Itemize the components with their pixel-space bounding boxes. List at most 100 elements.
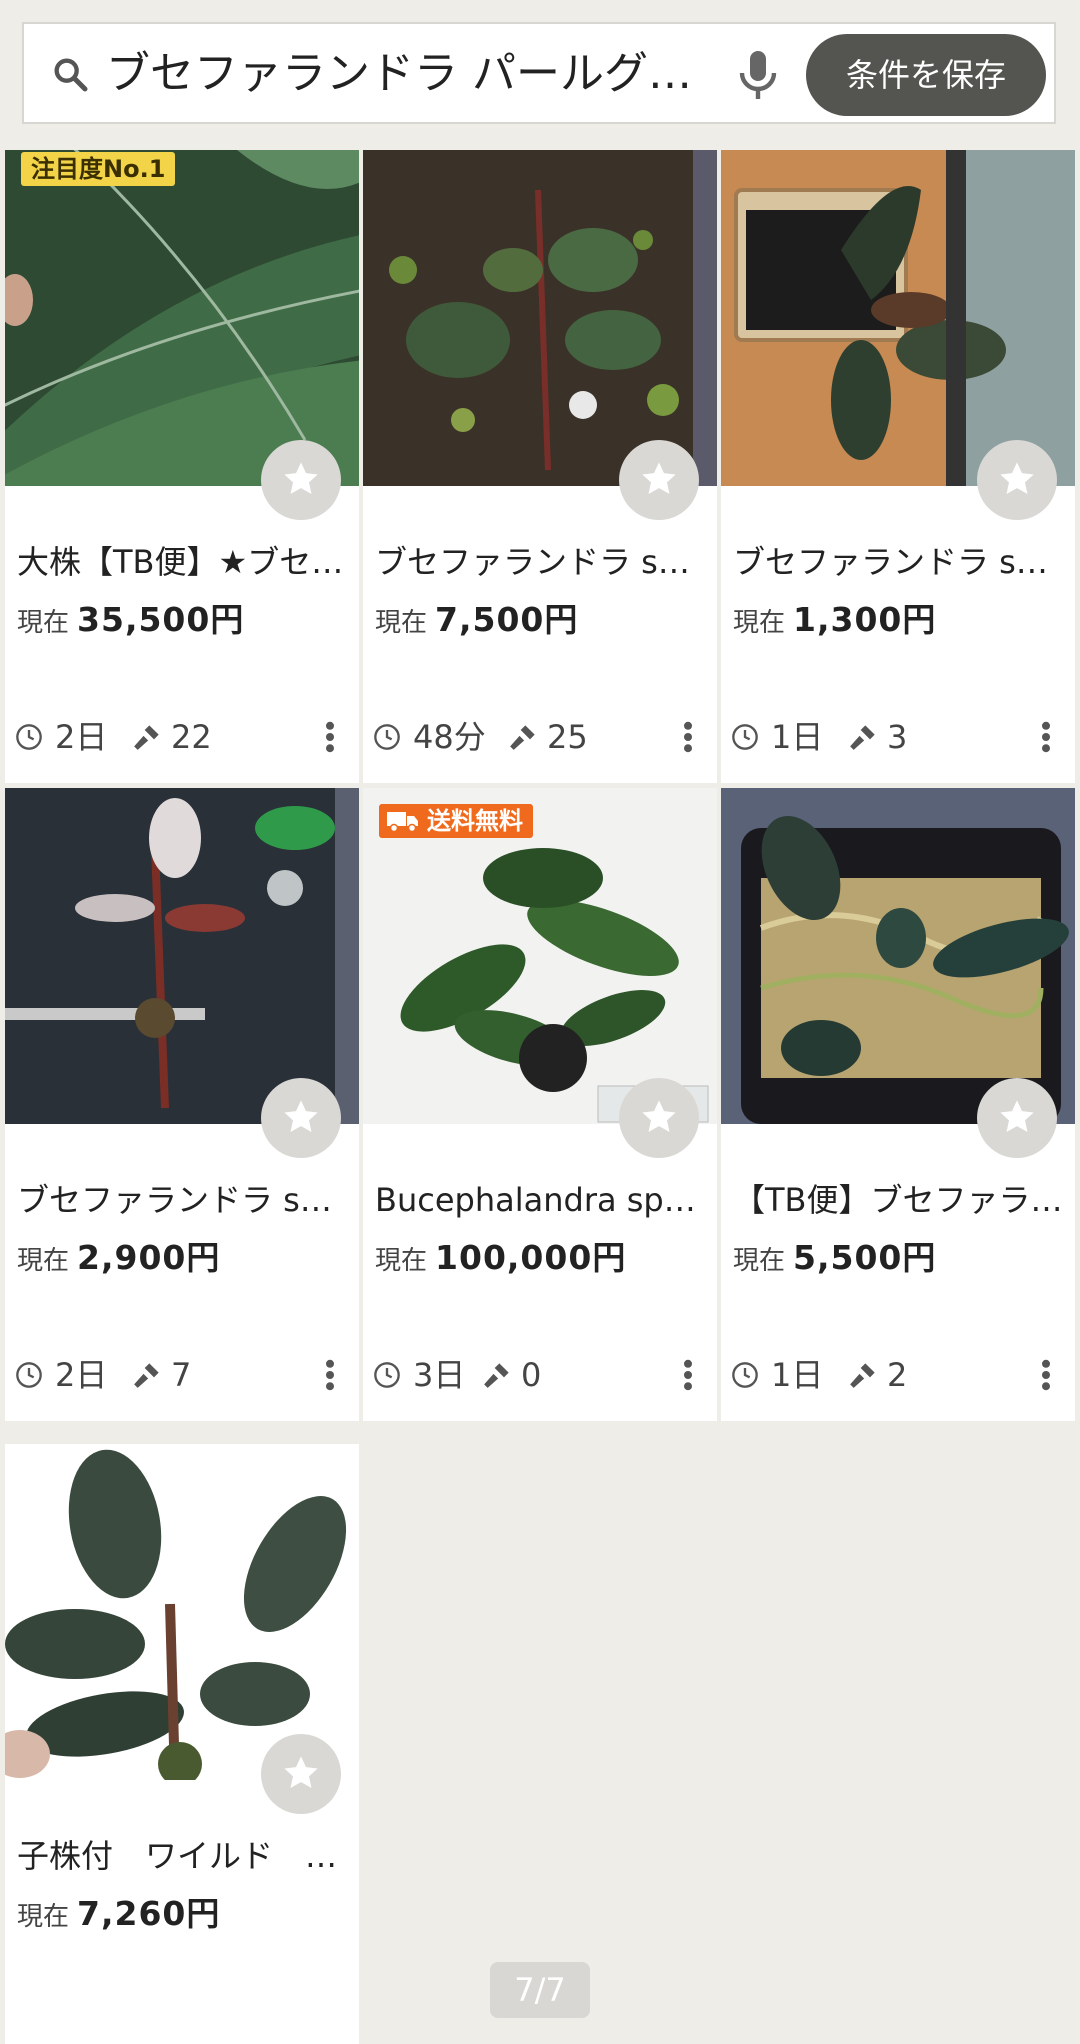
search-icon [54,58,88,92]
price-row: 現在 35,500円 [17,598,244,645]
price-label: 現在 [17,608,70,638]
more-options-icon[interactable] [683,1359,693,1391]
current-price: 2,900円 [77,1238,221,1277]
clock-icon [16,1362,42,1388]
item-title[interactable]: 大株【TB便】★ブセ… [17,540,347,584]
page-indicator: 7/7 [490,1962,590,2018]
current-price: 7,500円 [435,600,579,639]
product-image[interactable]: 送料無料 [363,788,717,1124]
gavel-icon [134,725,159,750]
bid-count: 25 [547,718,588,756]
listing-card[interactable]: 【TB便】ブセファラ… 現在 5,500円 1日 2 [721,788,1075,1421]
attention-badge: 注目度No.1 [21,152,176,186]
listing-card[interactable]: 子株付 ワイルド … 現在 7,260円 [5,1444,359,2044]
product-image[interactable] [721,788,1075,1124]
search-bar[interactable]: ブセファランドラ パールグ… 条件を保存 [22,22,1056,124]
current-price: 1,300円 [793,600,937,639]
price-label: 現在 [733,608,786,638]
free-shipping-label: 送料無料 [427,807,523,835]
price-label: 現在 [733,1246,786,1276]
star-icon [284,1100,318,1132]
time-remaining: 2日 [55,1356,108,1394]
bid-count: 3 [887,718,908,756]
bid-count: 22 [171,718,212,756]
price-label: 現在 [17,1246,70,1276]
price-label: 現在 [17,1902,70,1932]
time-remaining: 3日 [413,1356,466,1394]
price-row: 現在 7,260円 [17,1892,220,1939]
gavel-icon [850,1363,875,1388]
star-icon [1000,1100,1034,1132]
item-meta: 1日 3 [731,715,1071,759]
product-image[interactable] [721,150,1075,486]
free-shipping-badge: 送料無料 [379,804,533,838]
star-icon [642,462,676,494]
item-meta: 48分 25 [373,715,713,759]
gavel-icon [510,725,535,750]
watchlist-star-button[interactable] [977,1078,1057,1158]
bid-count: 2 [887,1356,908,1394]
gavel-icon [484,1363,509,1388]
price-row: 現在 1,300円 [733,598,936,645]
more-options-icon[interactable] [1041,721,1051,753]
item-meta: 3日 0 [373,1353,713,1397]
product-image[interactable] [5,1444,359,1780]
price-label: 現在 [375,1246,428,1276]
product-image[interactable] [363,150,717,486]
item-meta: 2日 7 [15,1353,355,1397]
product-image[interactable] [5,788,359,1124]
more-options-icon[interactable] [1041,1359,1051,1391]
item-meta: 1日 2 [731,1353,1071,1397]
bid-count: 0 [521,1356,542,1394]
item-title[interactable]: ブセファランドラ s… [375,540,705,584]
listing-card[interactable]: ブセファランドラ s… 現在 7,500円 48分 25 [363,150,717,783]
more-options-icon[interactable] [325,721,335,753]
listing-card[interactable]: ブセファランドラ s… 現在 1,300円 1日 3 [721,150,1075,783]
current-price: 5,500円 [793,1238,937,1277]
time-remaining: 1日 [771,718,824,756]
search-input[interactable]: ブセファランドラ パールグ… [106,44,716,104]
watchlist-star-button[interactable] [261,1078,341,1158]
time-remaining: 1日 [771,1356,824,1394]
bid-count: 7 [171,1356,192,1394]
star-icon [284,1756,318,1788]
price-row: 現在 100,000円 [375,1236,626,1283]
listing-card[interactable]: 送料無料 Bucephalandra sp.… 現在 100,000円 3日 0 [363,788,717,1421]
listing-card[interactable]: 注目度No.1 大株【TB便】★ブセ… 現在 35,500円 2日 22 [5,150,359,783]
truck-icon [387,812,418,832]
microphone-icon[interactable] [734,46,782,104]
save-conditions-button[interactable]: 条件を保存 [806,34,1046,116]
more-options-icon[interactable] [683,721,693,753]
time-remaining: 2日 [55,718,108,756]
current-price: 7,260円 [77,1894,221,1933]
item-title[interactable]: ブセファランドラ s… [17,1178,347,1222]
watchlist-star-button[interactable] [619,440,699,520]
current-price: 100,000円 [435,1238,627,1277]
watchlist-star-button[interactable] [619,1078,699,1158]
item-title[interactable]: 子株付 ワイルド … [17,1834,347,1878]
clock-icon [16,724,42,750]
current-price: 35,500円 [77,600,245,639]
watchlist-star-button[interactable] [261,440,341,520]
watchlist-star-button[interactable] [977,440,1057,520]
watchlist-star-button[interactable] [261,1734,341,1814]
listing-card[interactable]: ブセファランドラ s… 現在 2,900円 2日 7 [5,788,359,1421]
star-icon [1000,462,1034,494]
item-title[interactable]: Bucephalandra sp.… [375,1178,705,1222]
clock-icon [732,724,758,750]
price-label: 現在 [375,608,428,638]
gavel-icon [134,1363,159,1388]
clock-icon [374,1362,400,1388]
more-options-icon[interactable] [325,1359,335,1391]
item-meta: 2日 22 [15,715,355,759]
product-image[interactable]: 注目度No.1 [5,150,359,486]
time-remaining: 48分 [413,718,486,756]
clock-icon [374,724,400,750]
price-row: 現在 2,900円 [17,1236,220,1283]
item-title[interactable]: ブセファランドラ s… [733,540,1063,584]
star-icon [642,1100,676,1132]
price-row: 現在 5,500円 [733,1236,936,1283]
gavel-icon [850,725,875,750]
star-icon [284,462,318,494]
item-title[interactable]: 【TB便】ブセファラ… [733,1178,1063,1222]
